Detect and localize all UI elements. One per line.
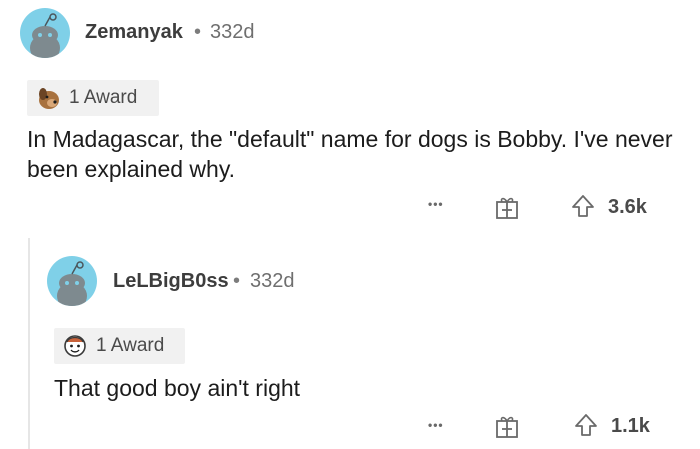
award-label: 1 Award bbox=[69, 87, 138, 108]
upvote-arrow-icon[interactable] bbox=[573, 412, 599, 438]
avatar[interactable] bbox=[47, 256, 97, 306]
snoo-avatar-icon bbox=[57, 261, 87, 306]
vote-count: 3.6k bbox=[608, 196, 647, 218]
award-badge[interactable]: 1 Award bbox=[27, 80, 159, 116]
upvote-arrow-icon[interactable] bbox=[570, 193, 596, 219]
meta-separator: • bbox=[233, 270, 241, 292]
award-label: 1 Award bbox=[96, 335, 165, 356]
give-award-icon[interactable] bbox=[494, 194, 520, 220]
more-options-button[interactable]: ••• bbox=[428, 418, 444, 432]
give-award-icon[interactable] bbox=[494, 413, 520, 439]
comment-username[interactable]: LeLBigB0ss bbox=[113, 270, 229, 293]
more-options-button[interactable]: ••• bbox=[428, 197, 444, 211]
comment-thread: Zemanyak • 332d 1 Award In Madagascar, t… bbox=[0, 0, 700, 449]
comment-body: That good boy ain't right bbox=[54, 375, 301, 401]
wholesome-award-icon bbox=[62, 333, 88, 359]
award-badge[interactable]: 1 Award bbox=[54, 328, 185, 364]
comment-username[interactable]: Zemanyak bbox=[85, 21, 183, 44]
meta-separator: • bbox=[194, 21, 202, 43]
comment-age: 332d bbox=[250, 270, 295, 292]
snoo-avatar-icon bbox=[30, 13, 60, 58]
vote-count: 1.1k bbox=[611, 415, 650, 437]
thread-line[interactable] bbox=[28, 238, 30, 449]
comment-age: 332d bbox=[210, 21, 255, 43]
avatar[interactable] bbox=[20, 8, 70, 58]
dog-award-icon bbox=[35, 85, 61, 111]
comment-body: In Madagascar, the "default" name for do… bbox=[27, 126, 673, 182]
